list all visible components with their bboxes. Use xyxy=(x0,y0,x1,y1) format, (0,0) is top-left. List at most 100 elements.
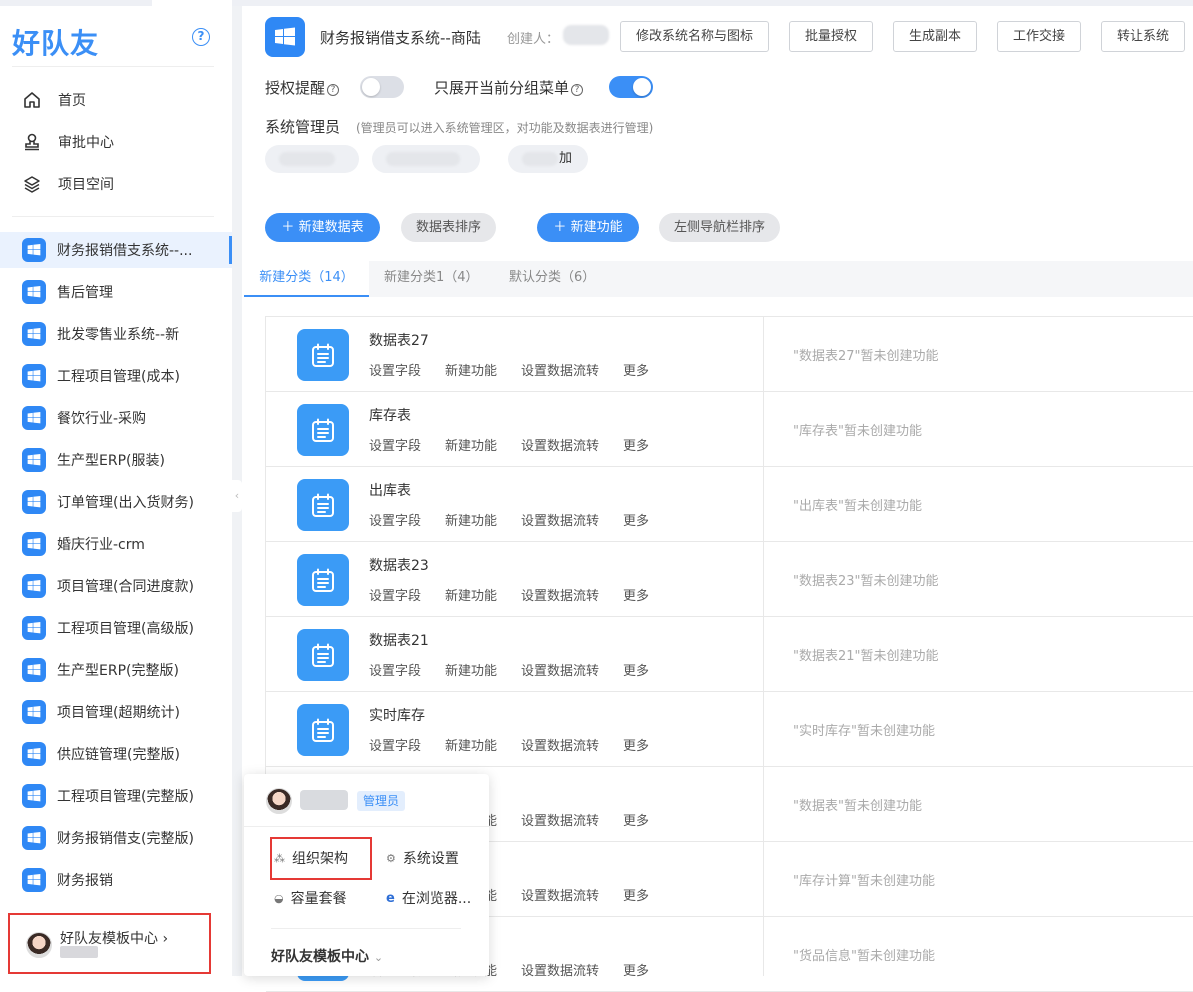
expand-group-toggle[interactable] xyxy=(609,76,653,98)
table-name[interactable]: 数据表23 xyxy=(369,555,429,575)
row-action-link[interactable]: 设置数据流转 xyxy=(521,664,599,679)
row-action-link[interactable]: 设置字段 xyxy=(369,664,421,679)
tab-category-1[interactable]: 新建分类（14） xyxy=(244,261,369,297)
table-row: 实时库存 设置字段 新建功能 设置数据流转 更多 "实时库存"暂未创建功能 xyxy=(266,692,1193,767)
row-action-link[interactable]: 更多 xyxy=(623,739,649,754)
sidebar-app-item[interactable]: 批发零售业系统--新 xyxy=(0,316,232,352)
question-icon[interactable]: ? xyxy=(571,84,584,96)
new-function-label: 新建功能 xyxy=(570,220,623,235)
sidebar-app-item[interactable]: 婚庆行业-crm xyxy=(0,526,232,562)
table-name[interactable]: 出库表 xyxy=(369,480,411,500)
new-table-button[interactable]: ＋ 新建数据表 xyxy=(265,213,380,242)
sidebar-app-item[interactable]: 财务报销借支系统--... xyxy=(0,232,232,268)
row-action-link[interactable]: 设置字段 xyxy=(369,589,421,604)
table-name[interactable]: 数据表27 xyxy=(369,330,429,350)
row-action-link[interactable]: 设置数据流转 xyxy=(521,589,599,604)
sort-tables-button[interactable]: 数据表排序 xyxy=(401,213,496,242)
row-action-link[interactable]: 更多 xyxy=(623,514,649,529)
sidebar-app-item[interactable]: 生产型ERP(完整版) xyxy=(0,652,232,688)
row-action-link[interactable]: 设置数据流转 xyxy=(521,739,599,754)
row-action-link[interactable]: 新建功能 xyxy=(445,664,497,679)
table-icon[interactable] xyxy=(297,329,349,381)
windows-icon xyxy=(22,868,46,892)
nav-projects[interactable]: 项目空间 xyxy=(22,174,114,194)
nav-approval[interactable]: 审批中心 xyxy=(22,132,114,152)
row-action-link[interactable]: 更多 xyxy=(623,589,649,604)
sidebar-app-item[interactable]: 工程项目管理(成本) xyxy=(0,358,232,394)
nav-home[interactable]: 首页 xyxy=(22,90,86,110)
table-icon[interactable] xyxy=(297,404,349,456)
row-action-link[interactable]: 新建功能 xyxy=(445,364,497,379)
sidebar-app-item[interactable]: 财务报销借支(完整版) xyxy=(0,820,232,856)
sidebar-app-item[interactable]: 生产型ERP(服装) xyxy=(0,442,232,478)
batch-authorize-button[interactable]: 批量授权 xyxy=(789,21,873,52)
table-icon[interactable] xyxy=(297,479,349,531)
create-copy-button[interactable]: 生成副本 xyxy=(893,21,977,52)
row-action-link[interactable]: 设置数据流转 xyxy=(521,514,599,529)
row-actions: 设置字段 新建功能 设置数据流转 更多 xyxy=(369,660,673,679)
table-name[interactable]: 库存表 xyxy=(369,405,411,425)
sort-nav-button[interactable]: 左侧导航栏排序 xyxy=(659,213,780,242)
sidebar-app-item[interactable]: 项目管理(超期统计) xyxy=(0,694,232,730)
handover-button[interactable]: 工作交接 xyxy=(997,21,1081,52)
table-icon[interactable] xyxy=(297,704,349,756)
new-table-label: 新建数据表 xyxy=(298,220,364,235)
row-action-link[interactable]: 设置数据流转 xyxy=(521,964,599,979)
row-action-link[interactable]: 设置数据流转 xyxy=(521,439,599,454)
system-settings-menu-item[interactable]: ⚙ 系统设置 xyxy=(386,848,459,868)
sidebar-app-item[interactable]: 项目管理(合同进度款) xyxy=(0,568,232,604)
user-menu-trigger[interactable]: 好队友模板中心 › xyxy=(8,913,211,974)
collapse-sidebar-button[interactable]: ‹ xyxy=(232,480,242,512)
open-in-browser-menu-item[interactable]: e 在浏览器... xyxy=(386,888,471,908)
sidebar-app-item[interactable]: 工程项目管理(完整版) xyxy=(0,778,232,814)
row-actions: 设置字段 新建功能 设置数据流转 更多 xyxy=(369,735,673,754)
auth-reminder-toggle[interactable] xyxy=(360,76,404,98)
sidebar-app-item[interactable]: 订单管理(出入货财务) xyxy=(0,484,232,520)
windows-icon xyxy=(22,784,46,808)
table-name[interactable]: 实时库存 xyxy=(369,705,425,725)
row-action-link[interactable]: 设置数据流转 xyxy=(521,814,599,829)
row-action-link[interactable]: 设置字段 xyxy=(369,364,421,379)
row-action-link[interactable]: 更多 xyxy=(623,814,649,829)
row-action-link[interactable]: 新建功能 xyxy=(445,439,497,454)
new-function-button[interactable]: ＋ 新建功能 xyxy=(537,213,639,242)
row-action-link[interactable]: 更多 xyxy=(623,889,649,904)
rename-system-button[interactable]: 修改系统名称与图标 xyxy=(620,21,769,52)
sidebar-app-label: 工程项目管理(完整版) xyxy=(57,789,194,805)
sidebar-app-item[interactable]: 供应链管理(完整版) xyxy=(0,736,232,772)
admin-badge: 管理员 xyxy=(357,791,406,811)
help-icon[interactable]: ? xyxy=(192,28,210,46)
tab-category-2[interactable]: 新建分类1（4） xyxy=(384,261,479,297)
tab-category-3[interactable]: 默认分类（6） xyxy=(509,261,595,297)
row-action-link[interactable]: 更多 xyxy=(623,964,649,979)
row-action-link[interactable]: 设置数据流转 xyxy=(521,889,599,904)
chevron-right-icon: › xyxy=(162,931,169,947)
row-action-link[interactable]: 更多 xyxy=(623,439,649,454)
row-action-link[interactable]: 更多 xyxy=(623,364,649,379)
row-action-link[interactable]: 新建功能 xyxy=(445,589,497,604)
admin-chip[interactable]: 加 xyxy=(508,145,588,173)
row-action-link[interactable]: 新建功能 xyxy=(445,514,497,529)
windows-icon xyxy=(22,574,46,598)
row-action-link[interactable]: 设置字段 xyxy=(369,439,421,454)
sidebar-app-item[interactable]: 财务报销 xyxy=(0,862,232,898)
row-action-link[interactable]: 设置数据流转 xyxy=(521,364,599,379)
row-action-link[interactable]: 更多 xyxy=(623,664,649,679)
admin-chip[interactable] xyxy=(372,145,480,173)
capacity-plan-menu-item[interactable]: ◒ 容量套餐 xyxy=(274,888,347,908)
row-action-link[interactable]: 设置字段 xyxy=(369,739,421,754)
empty-function-hint: "数据表"暂未创建功能 xyxy=(793,799,922,814)
transfer-system-button[interactable]: 转让系统 xyxy=(1101,21,1185,52)
question-icon[interactable]: ? xyxy=(327,84,340,96)
row-action-link[interactable]: 设置字段 xyxy=(369,514,421,529)
row-action-link[interactable]: 新建功能 xyxy=(445,739,497,754)
sidebar-app-item[interactable]: 工程项目管理(高级版) xyxy=(0,610,232,646)
sidebar-app-item[interactable]: 餐饮行业-采购 xyxy=(0,400,232,436)
sidebar-app-item[interactable]: 售后管理 xyxy=(0,274,232,310)
table-icon[interactable] xyxy=(297,554,349,606)
table-icon[interactable] xyxy=(297,629,349,681)
admin-chip[interactable] xyxy=(265,145,359,173)
template-center-selector[interactable]: 好队友模板中心 ⌄ xyxy=(271,946,383,966)
creator-label: 创建人： xyxy=(507,32,560,47)
table-name[interactable]: 数据表21 xyxy=(369,630,429,650)
